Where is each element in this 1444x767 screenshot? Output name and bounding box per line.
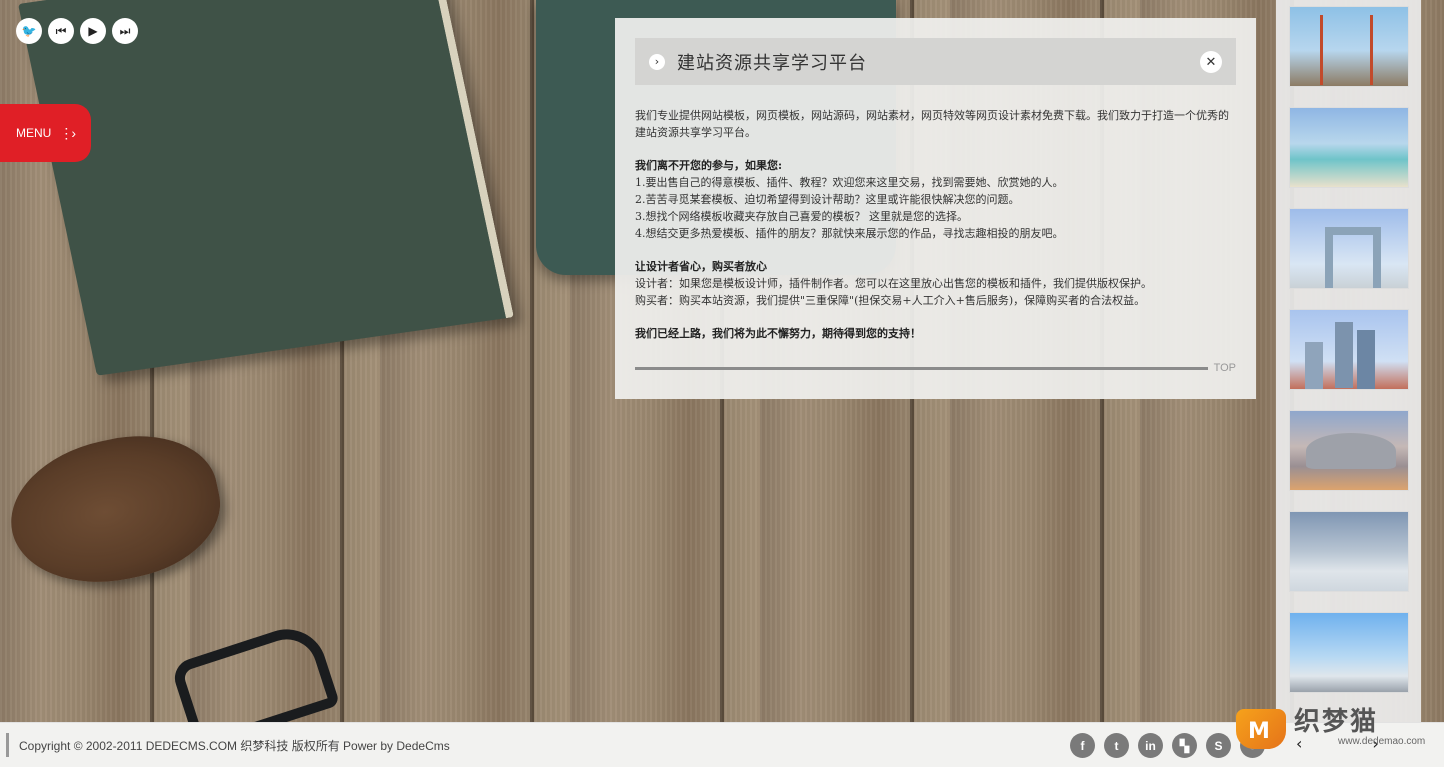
delicious-icon[interactable]: ▚ (1172, 733, 1197, 758)
section-heading: 我们离不开您的参与，如果您: (635, 159, 783, 172)
thumbnail-person-above-clouds[interactable] (1289, 511, 1409, 592)
list-item: 4.想结交更多热爱模板、插件的朋友？那就快来展示您的作品，寻找志趣相投的朋友吧。 (635, 227, 1064, 240)
copyright-text: Copyright © 2002-2011 DEDECMS.COM 织梦科技 版… (19, 738, 450, 753)
previous-icon[interactable]: ⏮ (48, 18, 74, 44)
content-panel: › 建站资源共享学习平台 ✕ 我们专业提供网站模板，网页模板，网站源码，网站素材… (615, 18, 1256, 399)
section-heading: 让设计者省心，购买者放心 (635, 260, 767, 273)
menu-arrow-icon: ⋮› (59, 124, 76, 141)
divider (635, 366, 1208, 370)
list-item: 3.想找个网络模板收藏夹存放自己喜爱的模板？ 这里就是您的选择。 (635, 210, 968, 223)
thumbnail-golden-gate-bridge[interactable] (1289, 6, 1409, 87)
facebook-icon[interactable]: f (1070, 733, 1095, 758)
panel-body: 我们专业提供网站模板，网页模板，网站源码，网站素材，网页特效等网页设计素材免费下… (635, 107, 1236, 342)
panel-header: › 建站资源共享学习平台 ✕ (635, 38, 1236, 85)
list-item: 1.要出售自己的得意模板、插件、教程？欢迎您来这里交易，找到需要她、欣赏她的人。 (635, 176, 1064, 189)
list-item: 2.苦苦寻觅某套模板、迫切希望得到设计帮助？这里或许能很快解决您的问题。 (635, 193, 1020, 206)
thumbnail-cctv-tower[interactable] (1289, 208, 1409, 289)
pinecone-decor (0, 419, 233, 601)
top-link[interactable]: TOP (1214, 362, 1236, 374)
audio-player: 🐦 ⏮ ▶ ⏭ (16, 18, 138, 44)
closing-text: 我们已经上路，我们将为此不懈努力，期待得到您的支持！ (635, 327, 921, 340)
logo-name: 织梦猫 (1294, 706, 1379, 737)
chevron-right-icon: › (649, 53, 665, 70)
intro-text: 我们专业提供网站模板，网页模板，网站源码，网站素材，网页特效等网页设计素材免费下… (635, 109, 1229, 139)
cat-logo-icon: M (1236, 705, 1290, 749)
list-item: 购买者：购买本站资源，我们提供"三重保障"(担保交易+人工介入+售后服务)，保障… (635, 294, 1146, 307)
panel-title: 建站资源共享学习平台 (677, 52, 867, 74)
bird-icon[interactable]: 🐦 (16, 18, 42, 44)
thumbnail-snowy-shore[interactable] (1289, 612, 1409, 693)
twitter-icon[interactable]: t (1104, 733, 1129, 758)
play-icon[interactable]: ▶ (80, 18, 106, 44)
thumbnail-strip (1276, 0, 1421, 722)
list-item: 设计者：如果您是模板设计师，插件制作者。您可以在这里放心出售您的模板和插件，我们… (635, 277, 1152, 290)
footer-accent (6, 733, 9, 757)
linkedin-icon[interactable]: in (1138, 733, 1163, 758)
panel-footer: TOP (635, 361, 1236, 375)
close-icon[interactable]: ✕ (1200, 51, 1222, 73)
thumbnail-city-skyscrapers[interactable] (1289, 309, 1409, 390)
logo-url: www.dedemao.com (1338, 735, 1426, 747)
footer-bar: Copyright © 2002-2011 DEDECMS.COM 织梦科技 版… (0, 722, 1444, 767)
next-icon[interactable]: ⏭ (112, 18, 138, 44)
book-decor (18, 0, 514, 376)
menu-button[interactable]: MENU ⋮› (0, 104, 91, 162)
site-logo[interactable]: M 织梦猫 www.dedemao.com (1236, 698, 1426, 756)
stumbleupon-icon[interactable]: S (1206, 733, 1231, 758)
menu-label: MENU (16, 126, 52, 140)
thumbnail-national-grand-theater[interactable] (1289, 410, 1409, 491)
thumbnail-beach-coast[interactable] (1289, 107, 1409, 188)
